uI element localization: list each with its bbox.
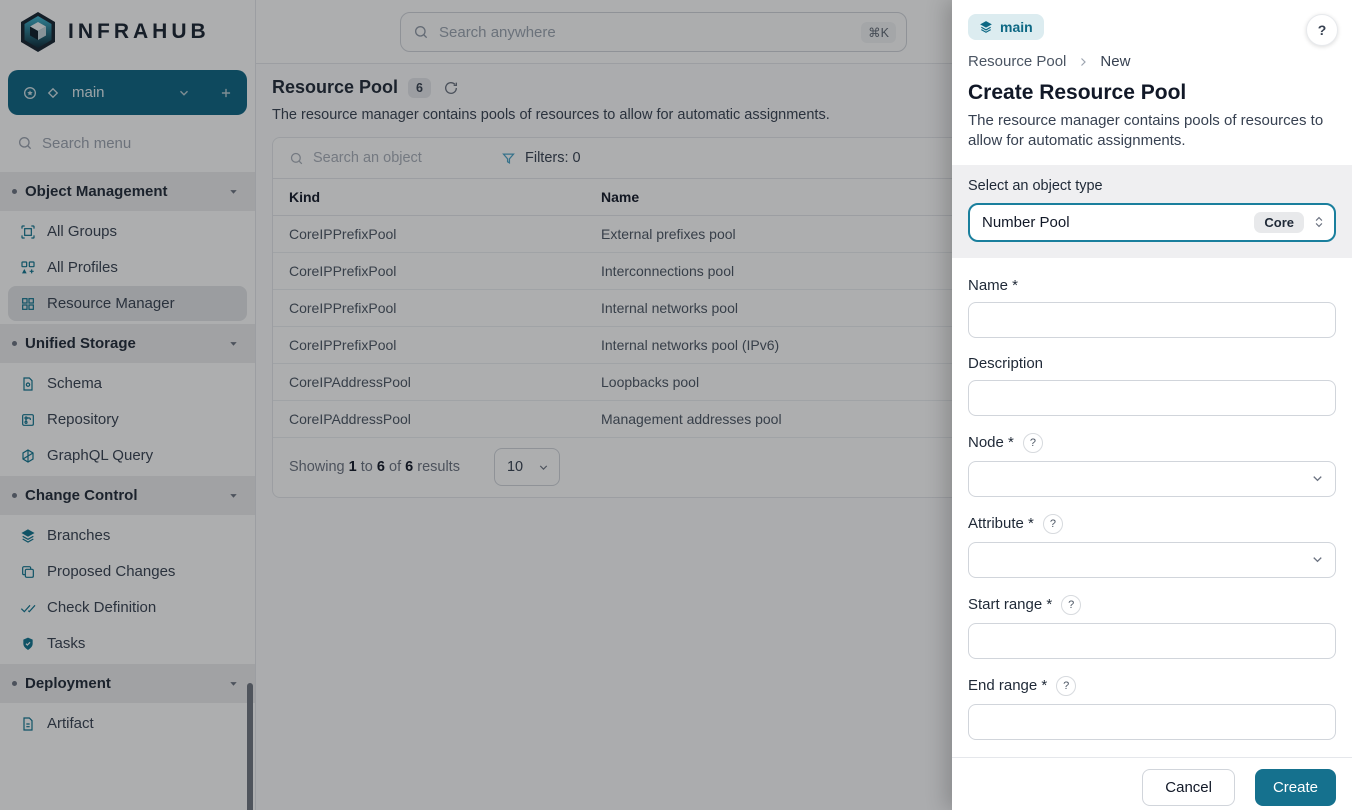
drawer-footer: Cancel Create — [952, 757, 1352, 810]
object-type-combobox[interactable]: Number Pool Core — [968, 203, 1336, 242]
field-label: End range * — [968, 677, 1047, 694]
branch-layers-icon — [979, 20, 993, 34]
help-tooltip-icon[interactable]: ? — [1061, 595, 1081, 615]
field-description: Description — [968, 355, 1336, 416]
chevron-right-icon — [1077, 56, 1089, 68]
field-start-range: Start range * ? — [968, 595, 1336, 659]
breadcrumb-parent[interactable]: Resource Pool — [968, 53, 1066, 70]
breadcrumb-current: New — [1100, 53, 1130, 70]
field-node: Node * ? — [968, 433, 1336, 497]
core-badge: Core — [1254, 212, 1304, 233]
object-type-value: Number Pool — [982, 214, 1070, 231]
end-range-input[interactable] — [968, 704, 1336, 740]
create-resource-pool-drawer: main ? Resource Pool New Create Resource… — [952, 0, 1352, 810]
node-select[interactable] — [968, 461, 1336, 497]
field-attribute: Attribute * ? — [968, 514, 1336, 578]
create-button[interactable]: Create — [1255, 769, 1336, 806]
help-button[interactable]: ? — [1306, 14, 1338, 46]
drawer-header: main ? Resource Pool New Create Resource… — [952, 0, 1352, 152]
field-name: Name * — [968, 277, 1336, 338]
drawer-description: The resource manager contains pools of r… — [968, 111, 1336, 152]
drawer-title: Create Resource Pool — [968, 81, 1336, 105]
chevron-down-icon — [1310, 552, 1325, 567]
modal-backdrop[interactable] — [0, 0, 952, 810]
field-label: Node * — [968, 434, 1014, 451]
branch-badge-label: main — [1000, 19, 1033, 35]
field-label: Attribute * — [968, 515, 1034, 532]
branch-badge[interactable]: main — [968, 14, 1044, 40]
updown-chevrons-icon — [1312, 215, 1326, 229]
field-label: Description — [968, 355, 1043, 372]
description-input[interactable] — [968, 380, 1336, 416]
field-end-range: End range * ? — [968, 676, 1336, 740]
name-input[interactable] — [968, 302, 1336, 338]
help-tooltip-icon[interactable]: ? — [1043, 514, 1063, 534]
start-range-input[interactable] — [968, 623, 1336, 659]
object-type-label: Select an object type — [968, 178, 1336, 194]
field-label: Start range * — [968, 596, 1052, 613]
object-type-section: Select an object type Number Pool Core — [952, 165, 1352, 258]
attribute-select[interactable] — [968, 542, 1336, 578]
create-form: Name * Description Node * ? Attribute * … — [952, 258, 1352, 757]
field-label: Name * — [968, 277, 1018, 294]
help-tooltip-icon[interactable]: ? — [1056, 676, 1076, 696]
breadcrumb: Resource Pool New — [968, 53, 1336, 70]
chevron-down-icon — [1310, 471, 1325, 486]
help-tooltip-icon[interactable]: ? — [1023, 433, 1043, 453]
cancel-button[interactable]: Cancel — [1142, 769, 1235, 806]
